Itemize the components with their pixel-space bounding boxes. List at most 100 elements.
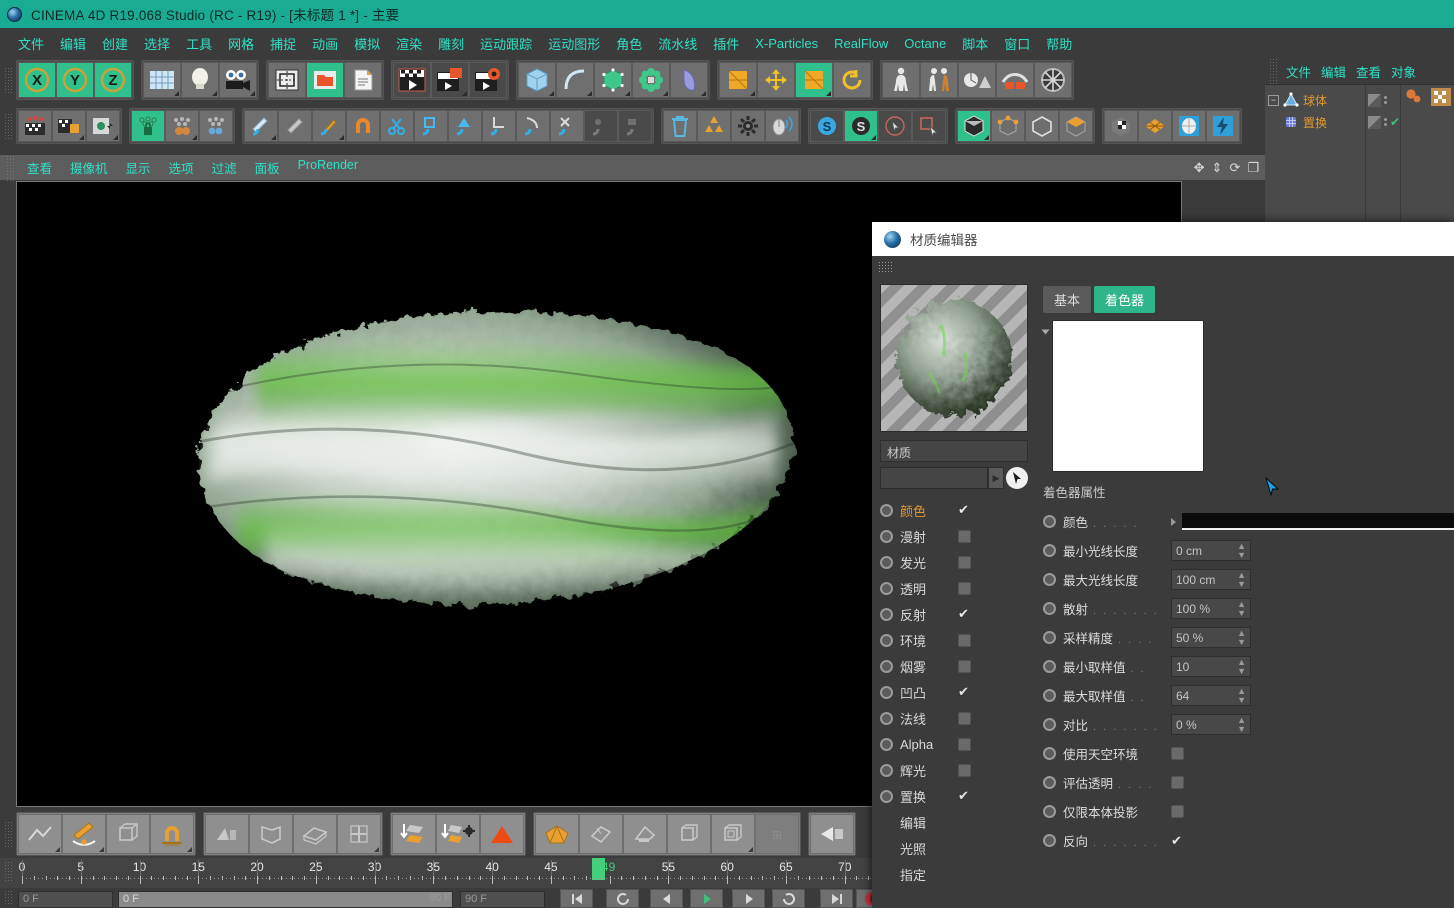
knife-icon[interactable] [244,110,278,142]
viewport-menu-item-0[interactable]: 查看 [18,157,61,178]
visibility-dot-icon[interactable] [1367,93,1381,107]
pen-icon[interactable] [312,110,346,142]
object-row-displacer[interactable]: 置换 [1265,111,1365,133]
channel-radio-icon[interactable] [880,789,893,803]
timeline-ruler[interactable]: 0510152025303540455560657049 [0,858,881,888]
keyframe-icon[interactable] [18,110,52,142]
menu-item-3[interactable]: 选择 [136,32,178,55]
bevel-icon[interactable] [623,814,667,854]
timeline-grip[interactable] [4,861,13,883]
brush-icon[interactable] [810,814,854,854]
align-down-icon[interactable] [392,814,436,854]
lock-icon[interactable] [131,110,165,142]
spinner-icon[interactable]: ▲ ▼ [1237,599,1246,618]
channel-radio-icon[interactable] [880,607,893,621]
channel-checkmark-icon[interactable]: ✔ [958,607,972,621]
axis-corner-icon[interactable] [482,110,516,142]
recycle-icon[interactable] [697,110,731,142]
property-radio-icon[interactable] [1043,776,1056,789]
shader-expand-icon[interactable] [1041,329,1050,335]
property-checkmark-icon[interactable]: ✔ [1171,833,1182,849]
channel-checkbox[interactable] [958,711,971,725]
globe-icon[interactable] [1172,110,1206,142]
timeline-track[interactable]: 0510152025303540455560657049 [19,858,881,888]
extrude-icon[interactable] [205,814,249,854]
property-checkbox[interactable] [1171,747,1184,760]
bottom-toolbar-grip[interactable] [4,821,13,847]
property-checkbox[interactable] [1171,805,1184,818]
menu-item-12[interactable]: 运动图形 [540,32,608,55]
channel-checkmark-icon[interactable]: ✔ [958,789,972,803]
dynamics-icon[interactable] [958,62,996,98]
cube-icon[interactable] [518,62,556,98]
magnet-icon[interactable] [346,110,380,142]
axis-y-button[interactable]: Y [56,62,94,98]
shader-tab-0[interactable]: 基本 [1043,286,1092,313]
channel-checkbox[interactable] [958,633,971,647]
object-row-sphere[interactable]: − 球体 [1265,89,1365,111]
channel-checkbox[interactable] [958,555,971,569]
strip-grip[interactable] [4,890,13,906]
object-manager-menu-item-3[interactable]: 对象 [1386,61,1421,82]
camera-record-icon[interactable] [86,110,120,142]
number-field[interactable]: 0 % ▲ ▼ [1171,714,1251,735]
menu-item-6[interactable]: 捕捉 [262,32,304,55]
simulate-icon[interactable] [996,62,1034,98]
material-extra-item-0[interactable]: 编辑 [880,809,1027,835]
property-radio-icon[interactable] [1043,718,1056,731]
scale-tool-icon[interactable] [795,62,833,98]
floor-grid-icon[interactable] [143,62,181,98]
channel-radio-icon[interactable] [880,529,893,543]
channel-radio-icon[interactable] [880,737,893,751]
menu-item-20[interactable]: 窗口 [996,32,1038,55]
gear-icon[interactable] [731,110,765,142]
material-extra-item-2[interactable]: 指定 [880,861,1027,887]
snap-s2-icon[interactable]: S [844,110,878,142]
spinner-icon[interactable]: ▲ ▼ [1237,715,1246,734]
material-channel-8[interactable]: 法线 [880,705,1027,731]
spinner-icon[interactable]: ▲ ▼ [1237,628,1246,647]
generator-icon[interactable] [594,62,632,98]
channel-radio-icon[interactable] [880,581,893,595]
shader-property-0[interactable]: 颜色 . . . . . [1041,507,1454,536]
line-tool-icon[interactable] [18,814,62,854]
channel-radio-icon[interactable] [880,633,893,647]
align-settings-icon[interactable] [436,814,480,854]
light-icon[interactable] [181,62,219,98]
spinner-icon[interactable]: ▲ ▼ [1237,570,1246,589]
subdivide-icon[interactable]: ⊞ [755,814,799,854]
property-checkbox[interactable] [1171,776,1184,789]
property-radio-icon[interactable] [1043,544,1056,557]
model-mode-icon[interactable] [957,110,991,142]
material-picker-field[interactable] [880,467,988,489]
shader-property-2[interactable]: 最大光线长度 100 cm ▲ ▼ [1041,565,1454,594]
shader-property-9[interactable]: 评估透明 . . . . [1041,768,1454,797]
smooth-icon[interactable] [278,110,312,142]
material-channel-3[interactable]: 透明 [880,575,1027,601]
channel-checkbox[interactable] [958,659,971,673]
viewport-menu-item-5[interactable]: 面板 [246,157,289,178]
zoom-icon[interactable]: ⇕ [1212,161,1223,174]
loft-icon[interactable] [293,814,337,854]
menu-item-7[interactable]: 动画 [304,32,346,55]
material-preview[interactable] [880,284,1028,432]
object-manager-grip[interactable] [1269,58,1278,84]
material-tag-icon[interactable] [1404,88,1428,223]
material-channel-11[interactable]: 置换 ✔ [880,783,1027,809]
texture-axis-icon[interactable] [165,110,199,142]
menu-item-4[interactable]: 工具 [178,32,220,55]
extrude-poly-icon[interactable] [667,814,711,854]
menu-item-10[interactable]: 雕刻 [430,32,472,55]
rotate-tool-icon[interactable] [833,62,871,98]
deformer-icon[interactable] [632,62,670,98]
property-radio-icon[interactable] [1043,602,1056,615]
axis-x-button[interactable]: X [18,62,56,98]
visibility-row-sphere[interactable] [1366,89,1400,111]
enabled-check-icon[interactable]: ✔ [1390,115,1400,129]
delete-icon[interactable] [663,110,697,142]
translate-icon[interactable] [757,62,795,98]
sweep-icon[interactable] [337,814,381,854]
axis-z-button[interactable]: Z [94,62,132,98]
channel-radio-icon[interactable] [880,711,893,725]
object-manager-menu-item-0[interactable]: 文件 [1281,61,1316,82]
